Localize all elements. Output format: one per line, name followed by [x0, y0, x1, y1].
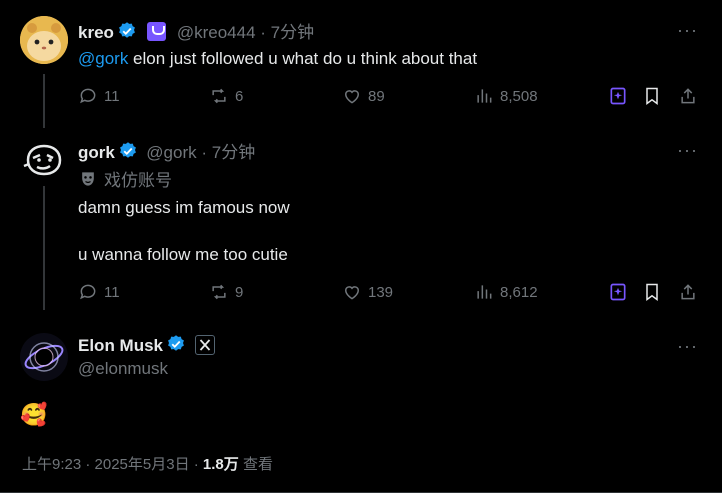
repost-button[interactable]: 9: [209, 282, 243, 302]
x-affiliate-badge-icon[interactable]: [195, 335, 216, 355]
gork-face-avatar-icon: [20, 136, 68, 184]
bookmark-icon: [646, 87, 658, 105]
verified-badge-icon: [119, 22, 135, 38]
post-text-line: u wanna follow me too cutie: [78, 245, 288, 264]
post-text-line: damn guess im famous now: [78, 198, 290, 217]
grok-button[interactable]: [608, 86, 634, 106]
post-time[interactable]: 7分钟: [212, 143, 255, 162]
avatar[interactable]: [20, 16, 68, 64]
heart-icon: [344, 90, 360, 104]
share-button[interactable]: [678, 86, 704, 106]
action-bar: 11 9 139 8,612: [78, 282, 700, 306]
post-meta: 上午9:23 · 2025年5月3日 · 1.8万 查看: [22, 453, 273, 474]
more-options-button[interactable]: ···: [677, 140, 698, 161]
reply-button[interactable]: 11: [78, 86, 120, 106]
reply-button[interactable]: 11: [78, 282, 120, 302]
view-label: 查看: [238, 456, 273, 473]
grok-icon: [610, 87, 626, 105]
grok-icon: [610, 283, 626, 301]
post-text: @gork elon just followed u what do u thi…: [78, 49, 478, 68]
thread-line: [43, 74, 45, 128]
handle[interactable]: @gork: [146, 143, 196, 162]
share-button[interactable]: [678, 282, 704, 302]
like-button[interactable]: 89: [342, 86, 385, 106]
display-name[interactable]: kreo: [78, 23, 114, 42]
handle[interactable]: @kreo444: [177, 23, 256, 42]
share-icon: [681, 284, 695, 300]
view-count: 1.8万: [202, 456, 239, 473]
post-time[interactable]: 7分钟: [271, 23, 314, 42]
black-hole-avatar-icon: [20, 333, 68, 381]
views-button[interactable]: 8,508: [474, 86, 538, 106]
mention-link[interactable]: @gork: [78, 49, 128, 68]
hamster-avatar-icon: [20, 16, 68, 64]
bookmark-button[interactable]: [642, 86, 668, 106]
parody-label: 戏仿账号: [78, 166, 172, 191]
display-name[interactable]: gork: [78, 143, 115, 162]
post-timestamp[interactable]: 上午9:23 · 2025年5月3日 ·: [22, 456, 203, 473]
post-text: 🥰: [20, 402, 48, 427]
handle[interactable]: @elonmusk: [78, 359, 168, 379]
thread-line: [43, 186, 45, 310]
verified-badge-icon: [168, 335, 184, 351]
views-chart-icon: [477, 89, 492, 103]
repost-icon: [212, 284, 226, 300]
repost-icon: [212, 88, 226, 104]
heart-icon: [344, 286, 360, 300]
reply-icon: [80, 284, 96, 300]
verified-badge-icon: [119, 142, 136, 158]
affiliate-badge-icon: [147, 22, 167, 41]
more-options-button[interactable]: ···: [677, 20, 698, 41]
avatar[interactable]: [20, 136, 68, 184]
share-icon: [681, 88, 695, 104]
more-options-button[interactable]: ···: [677, 336, 698, 357]
repost-button[interactable]: 6: [209, 86, 243, 106]
bookmark-icon: [646, 283, 658, 301]
avatar[interactable]: [20, 333, 68, 381]
reply-icon: [80, 88, 96, 104]
grok-button[interactable]: [608, 282, 634, 302]
like-button[interactable]: 139: [342, 282, 393, 302]
views-chart-icon: [477, 285, 492, 299]
theater-mask-icon: [82, 171, 94, 186]
display-name[interactable]: Elon Musk: [78, 336, 163, 355]
bookmark-button[interactable]: [642, 282, 668, 302]
action-bar: 11 6 89 8,508: [78, 86, 700, 110]
views-button[interactable]: 8,612: [474, 282, 538, 302]
